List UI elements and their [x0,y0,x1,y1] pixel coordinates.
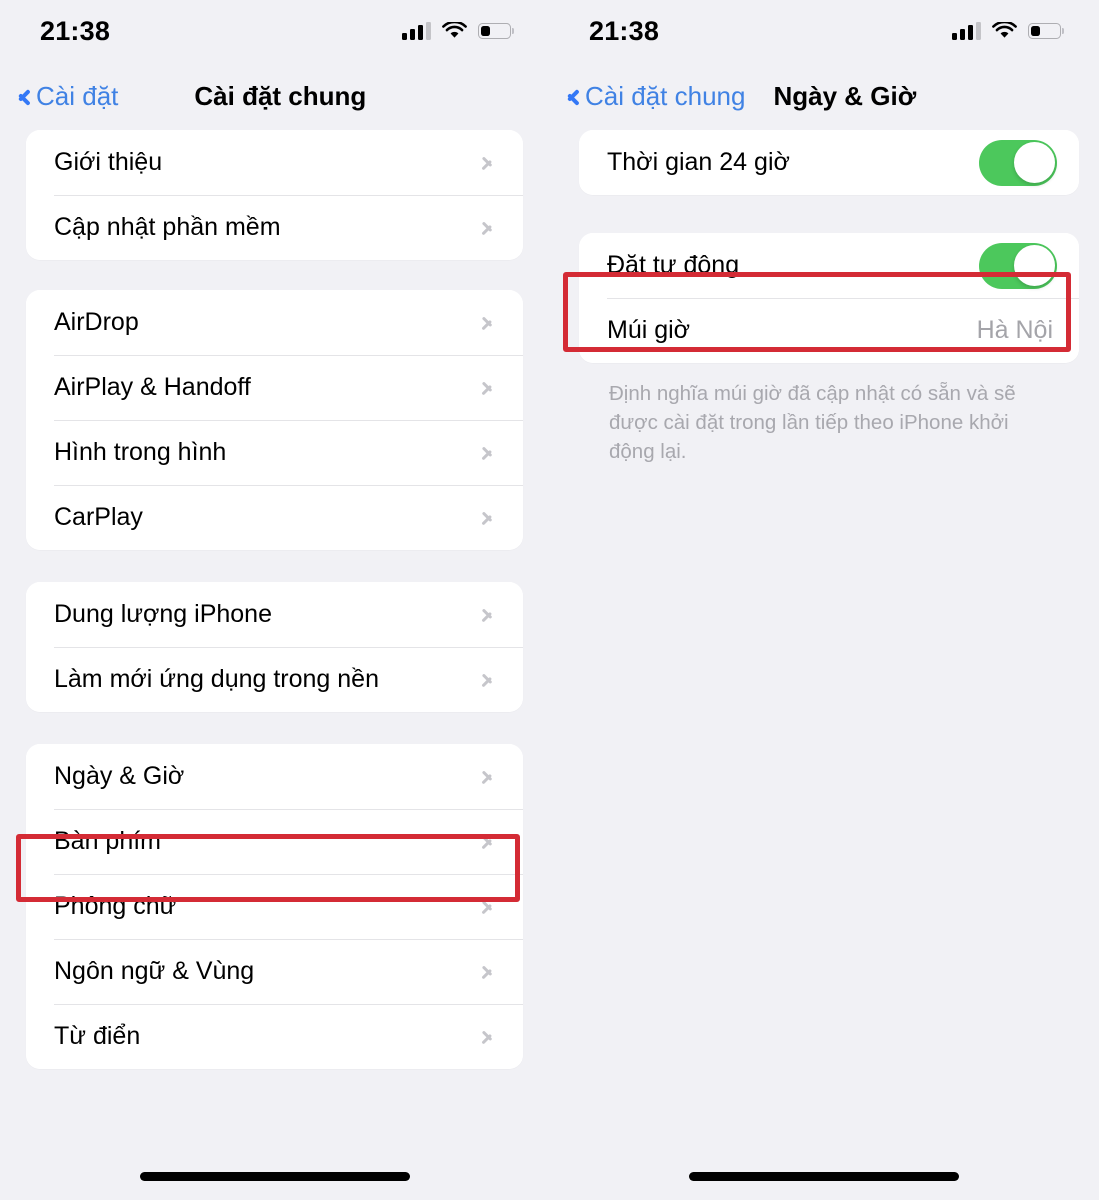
status-bar-right: 21:38 [549,0,1099,62]
list-item-airplay-handoff[interactable]: AirPlay & Handoff [26,355,523,420]
status-icons [952,20,1061,40]
list-item-keyboard[interactable]: Bàn phím [26,809,523,874]
left-phone-screen: 21:38 Cài đặt Cài đặt chung Giới thiệu C… [0,0,549,1200]
page-title: Cài đặt chung [194,80,367,111]
list-item-set-automatically[interactable]: Đặt tự động [579,233,1079,298]
list-item-carplay[interactable]: CarPlay [26,485,523,550]
list-item-value: Hà Nội [976,316,1053,344]
toggle-set-automatically[interactable] [979,242,1057,289]
list-item-label: Phông chữ [54,892,177,920]
list-item-picture-in-picture[interactable]: Hình trong hình [26,420,523,485]
chevron-right-icon [485,1026,497,1047]
chevron-right-icon [485,312,497,333]
chevron-right-icon [485,507,497,528]
settings-list-right: Thời gian 24 giờ Đặt tự động Múi giờ Hà … [549,130,1099,466]
list-item-24-hour-time[interactable]: Thời gian 24 giờ [579,130,1079,195]
right-phone-screen: 21:38 Cài đặt chung Ngày & Giờ Thời gian… [549,0,1099,1200]
settings-group-1: Giới thiệu Cập nhật phần mềm [26,130,523,260]
chevron-right-icon [485,961,497,982]
list-item-label: Thời gian 24 giờ [607,148,790,176]
list-item-background-app-refresh[interactable]: Làm mới ứng dụng trong nền [26,647,523,712]
toggle-24-hour-time[interactable] [979,139,1057,186]
status-time: 21:38 [40,15,111,46]
chevron-left-icon [14,83,29,109]
list-item-airdrop[interactable]: AirDrop [26,290,523,355]
chevron-right-icon [485,831,497,852]
list-item-label: Dung lượng iPhone [54,600,272,628]
list-item-label: Cập nhật phần mềm [54,213,281,241]
list-item-label: Từ điển [54,1022,141,1050]
status-icons [402,20,511,40]
chevron-left-icon [563,83,578,109]
back-button[interactable]: Cài đặt [14,81,118,112]
list-item-label: Giới thiệu [54,148,163,176]
list-item-label: Múi giờ [607,316,691,344]
status-time: 21:38 [589,15,660,46]
back-button-label: Cài đặt chung [585,80,746,111]
chevron-right-icon [485,604,497,625]
battery-icon [478,23,511,39]
wifi-icon [992,20,1017,40]
settings-group-24hour: Thời gian 24 giờ [579,130,1079,195]
list-item-software-update[interactable]: Cập nhật phần mềm [26,195,523,260]
home-indicator [689,1172,959,1181]
chevron-right-icon [485,669,497,690]
list-item-language-region[interactable]: Ngôn ngữ & Vùng [26,939,523,1004]
page-title: Ngày & Giờ [773,80,917,111]
list-item-label: Ngày & Giờ [54,762,185,790]
list-item-about[interactable]: Giới thiệu [26,130,523,195]
cellular-signal-icon [402,22,431,40]
home-indicator [139,1172,410,1181]
list-item-label: Làm mới ứng dụng trong nền [54,665,379,693]
chevron-right-icon [485,377,497,398]
list-item-label: AirDrop [54,308,139,336]
chevron-right-icon [485,766,497,787]
list-item-label: Đặt tự động [607,251,740,279]
nav-bar-right: Cài đặt chung Ngày & Giờ [549,62,1099,130]
timezone-footnote: Định nghĩa múi giờ đã cập nhật có sẵn và… [609,382,1016,464]
settings-group-2: AirDrop AirPlay & Handoff Hình trong hìn… [26,290,523,550]
list-item-label: AirPlay & Handoff [54,373,251,401]
wifi-icon [442,20,467,40]
status-bar-left: 21:38 [0,0,549,62]
list-item-fonts[interactable]: Phông chữ [26,874,523,939]
cellular-signal-icon [952,22,981,40]
settings-group-3: Dung lượng iPhone Làm mới ứng dụng trong… [26,582,523,712]
list-item-time-zone[interactable]: Múi giờ Hà Nội [579,298,1079,363]
chevron-right-icon [485,152,497,173]
list-item-label: Hình trong hình [54,438,227,466]
back-button-label: Cài đặt [36,80,119,111]
chevron-right-icon [485,217,497,238]
list-item-date-time[interactable]: Ngày & Giờ [26,744,523,809]
list-item-label: Bàn phím [54,827,162,855]
list-item-label: Ngôn ngữ & Vùng [54,957,255,985]
dual-screenshot-container: 21:38 Cài đặt Cài đặt chung Giới thiệu C… [0,0,1099,1200]
battery-icon [1028,23,1061,39]
list-item-iphone-storage[interactable]: Dung lượng iPhone [26,582,523,647]
back-button[interactable]: Cài đặt chung [563,81,745,112]
list-item-label: CarPlay [54,503,143,531]
settings-list-left: Giới thiệu Cập nhật phần mềm AirDrop Air… [0,130,549,1069]
chevron-right-icon [485,896,497,917]
nav-bar-left: Cài đặt Cài đặt chung [0,62,549,130]
list-item-dictionary[interactable]: Từ điển [26,1004,523,1069]
settings-group-4: Ngày & Giờ Bàn phím Phông chữ Ngôn ngữ &… [26,744,523,1069]
settings-group-timezone: Đặt tự động Múi giờ Hà Nội [579,233,1079,363]
chevron-right-icon [485,442,497,463]
